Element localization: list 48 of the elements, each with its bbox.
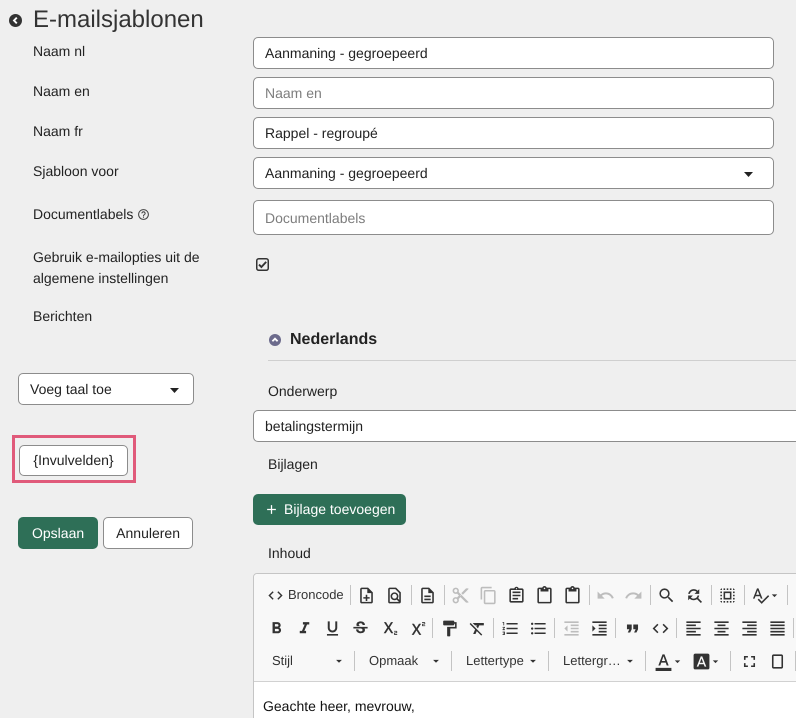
field-label: Gebruik e-mailopties uit de algemene instellingen	[33, 248, 201, 288]
indent-icon[interactable]	[590, 618, 608, 638]
select-field[interactable]: Aanmaning - gegroepeerd	[253, 157, 774, 189]
field-label: Naam fr	[33, 122, 83, 141]
chevron-up-icon[interactable]	[269, 334, 281, 346]
plus-icon	[264, 502, 279, 517]
back-icon[interactable]	[9, 14, 22, 26]
style-dropdown[interactable]: Stijl	[262, 648, 350, 674]
section-heading: Nederlands	[290, 330, 378, 350]
field-label: Bijlagen	[268, 455, 318, 474]
font-dropdown[interactable]: Lettertype	[456, 648, 544, 674]
align-right-icon[interactable]	[740, 618, 758, 638]
text-field[interactable]: Documentlabels	[253, 200, 774, 235]
help-icon[interactable]	[137, 208, 150, 221]
text-field[interactable]: Naam en	[253, 77, 774, 109]
subject-field[interactable]: betalingstermijn	[253, 410, 796, 442]
format-dropdown[interactable]: Opmaak	[359, 648, 447, 674]
save-button[interactable]: Opslaan	[18, 517, 98, 549]
align-left-icon[interactable]	[684, 618, 702, 638]
cancel-button[interactable]: Annuleren	[103, 517, 193, 549]
body-text: Geachte heer, mevrouw,	[263, 697, 416, 715]
field-label: Sjabloon voor	[33, 162, 119, 181]
text-color-icon[interactable]	[654, 652, 673, 670]
clipboard-icon[interactable]	[563, 586, 582, 604]
field-label: Inhoud	[268, 544, 311, 563]
language-select[interactable]: Voeg taal toe	[18, 373, 194, 405]
align-justify-icon[interactable]	[768, 618, 786, 638]
text-field[interactable]: Aanmaning - gegroepeerd	[253, 37, 774, 69]
page-title: E-mailsjablonen	[33, 6, 204, 34]
field-label: Naam en	[33, 82, 90, 101]
field-label: Naam nl	[33, 42, 86, 61]
text-field[interactable]: Rappel - regroupé	[253, 117, 774, 149]
field-label: Onderwerp	[268, 382, 338, 401]
checkbox[interactable]	[256, 258, 269, 271]
section-label: Berichten	[33, 308, 92, 324]
placeholders-button[interactable]: {Invulvelden}	[19, 445, 128, 476]
spellcheck-icon[interactable]	[750, 586, 770, 604]
align-center-icon[interactable]	[712, 618, 730, 638]
select-all-icon[interactable]	[718, 586, 738, 604]
clipboard-icon[interactable]	[535, 586, 554, 604]
field-label: Documentlabels	[33, 205, 134, 224]
source-button[interactable]: Broncode	[262, 582, 348, 608]
clipboard-icon[interactable]	[507, 586, 526, 604]
font-size-dropdown[interactable]: Lettergr…	[553, 648, 641, 674]
caret-icon	[744, 172, 753, 177]
caret-icon	[170, 388, 179, 393]
highlight-color-icon[interactable]	[692, 652, 711, 670]
add-attachment-button[interactable]: Bijlage toevoegen	[253, 494, 406, 525]
